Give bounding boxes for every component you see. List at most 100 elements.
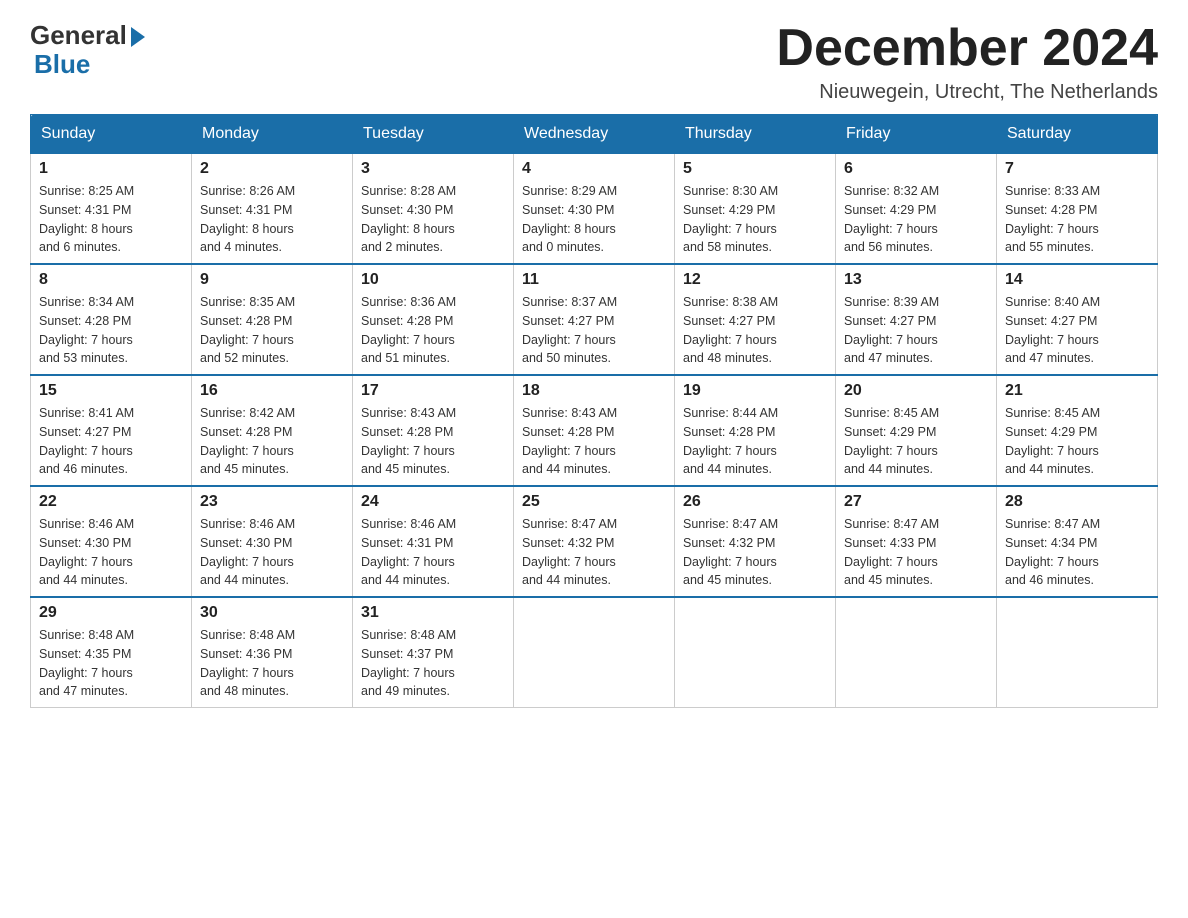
calendar-cell: 31 Sunrise: 8:48 AM Sunset: 4:37 PM Dayl…	[353, 597, 514, 708]
calendar-cell	[997, 597, 1158, 708]
day-info: Sunrise: 8:43 AM Sunset: 4:28 PM Dayligh…	[361, 404, 505, 479]
day-number: 16	[200, 382, 344, 400]
day-number: 31	[361, 604, 505, 622]
day-info: Sunrise: 8:39 AM Sunset: 4:27 PM Dayligh…	[844, 293, 988, 368]
calendar-cell: 19 Sunrise: 8:44 AM Sunset: 4:28 PM Dayl…	[675, 375, 836, 486]
calendar-cell: 23 Sunrise: 8:46 AM Sunset: 4:30 PM Dayl…	[192, 486, 353, 597]
day-number: 29	[39, 604, 183, 622]
calendar-table: Sunday Monday Tuesday Wednesday Thursday…	[30, 114, 1158, 708]
calendar-cell	[836, 597, 997, 708]
day-number: 9	[200, 271, 344, 289]
day-info: Sunrise: 8:40 AM Sunset: 4:27 PM Dayligh…	[1005, 293, 1149, 368]
day-info: Sunrise: 8:46 AM Sunset: 4:30 PM Dayligh…	[200, 515, 344, 590]
header-saturday: Saturday	[997, 115, 1158, 154]
calendar-cell: 28 Sunrise: 8:47 AM Sunset: 4:34 PM Dayl…	[997, 486, 1158, 597]
day-number: 14	[1005, 271, 1149, 289]
header-sunday: Sunday	[31, 115, 192, 154]
day-info: Sunrise: 8:43 AM Sunset: 4:28 PM Dayligh…	[522, 404, 666, 479]
week-row-2: 8 Sunrise: 8:34 AM Sunset: 4:28 PM Dayli…	[31, 264, 1158, 375]
day-number: 17	[361, 382, 505, 400]
day-number: 12	[683, 271, 827, 289]
day-number: 11	[522, 271, 666, 289]
day-info: Sunrise: 8:35 AM Sunset: 4:28 PM Dayligh…	[200, 293, 344, 368]
day-number: 10	[361, 271, 505, 289]
day-info: Sunrise: 8:45 AM Sunset: 4:29 PM Dayligh…	[1005, 404, 1149, 479]
day-number: 27	[844, 493, 988, 511]
calendar-cell	[514, 597, 675, 708]
day-info: Sunrise: 8:48 AM Sunset: 4:36 PM Dayligh…	[200, 626, 344, 701]
calendar-cell: 21 Sunrise: 8:45 AM Sunset: 4:29 PM Dayl…	[997, 375, 1158, 486]
day-number: 18	[522, 382, 666, 400]
day-number: 30	[200, 604, 344, 622]
calendar-cell: 27 Sunrise: 8:47 AM Sunset: 4:33 PM Dayl…	[836, 486, 997, 597]
day-number: 21	[1005, 382, 1149, 400]
day-info: Sunrise: 8:33 AM Sunset: 4:28 PM Dayligh…	[1005, 182, 1149, 257]
day-info: Sunrise: 8:47 AM Sunset: 4:32 PM Dayligh…	[522, 515, 666, 590]
calendar-cell: 20 Sunrise: 8:45 AM Sunset: 4:29 PM Dayl…	[836, 375, 997, 486]
day-info: Sunrise: 8:47 AM Sunset: 4:32 PM Dayligh…	[683, 515, 827, 590]
page-header: General Blue December 2024 Nieuwegein, U…	[30, 20, 1158, 104]
day-info: Sunrise: 8:46 AM Sunset: 4:31 PM Dayligh…	[361, 515, 505, 590]
calendar-cell: 11 Sunrise: 8:37 AM Sunset: 4:27 PM Dayl…	[514, 264, 675, 375]
day-number: 13	[844, 271, 988, 289]
day-number: 4	[522, 160, 666, 178]
title-section: December 2024 Nieuwegein, Utrecht, The N…	[776, 20, 1158, 104]
header-wednesday: Wednesday	[514, 115, 675, 154]
day-info: Sunrise: 8:48 AM Sunset: 4:35 PM Dayligh…	[39, 626, 183, 701]
day-number: 23	[200, 493, 344, 511]
calendar-cell: 16 Sunrise: 8:42 AM Sunset: 4:28 PM Dayl…	[192, 375, 353, 486]
calendar-cell: 24 Sunrise: 8:46 AM Sunset: 4:31 PM Dayl…	[353, 486, 514, 597]
header-tuesday: Tuesday	[353, 115, 514, 154]
header-thursday: Thursday	[675, 115, 836, 154]
day-info: Sunrise: 8:30 AM Sunset: 4:29 PM Dayligh…	[683, 182, 827, 257]
day-number: 6	[844, 160, 988, 178]
day-number: 26	[683, 493, 827, 511]
month-year-title: December 2024	[776, 20, 1158, 77]
day-number: 24	[361, 493, 505, 511]
calendar-cell: 22 Sunrise: 8:46 AM Sunset: 4:30 PM Dayl…	[31, 486, 192, 597]
calendar-cell: 13 Sunrise: 8:39 AM Sunset: 4:27 PM Dayl…	[836, 264, 997, 375]
day-number: 5	[683, 160, 827, 178]
calendar-cell: 12 Sunrise: 8:38 AM Sunset: 4:27 PM Dayl…	[675, 264, 836, 375]
logo: General Blue	[30, 20, 145, 77]
week-row-4: 22 Sunrise: 8:46 AM Sunset: 4:30 PM Dayl…	[31, 486, 1158, 597]
weekday-header-row: Sunday Monday Tuesday Wednesday Thursday…	[31, 115, 1158, 154]
calendar-cell: 25 Sunrise: 8:47 AM Sunset: 4:32 PM Dayl…	[514, 486, 675, 597]
week-row-3: 15 Sunrise: 8:41 AM Sunset: 4:27 PM Dayl…	[31, 375, 1158, 486]
calendar-cell: 3 Sunrise: 8:28 AM Sunset: 4:30 PM Dayli…	[353, 154, 514, 265]
calendar-cell: 4 Sunrise: 8:29 AM Sunset: 4:30 PM Dayli…	[514, 154, 675, 265]
day-info: Sunrise: 8:47 AM Sunset: 4:33 PM Dayligh…	[844, 515, 988, 590]
location-subtitle: Nieuwegein, Utrecht, The Netherlands	[776, 81, 1158, 104]
calendar-cell: 10 Sunrise: 8:36 AM Sunset: 4:28 PM Dayl…	[353, 264, 514, 375]
day-number: 8	[39, 271, 183, 289]
day-number: 19	[683, 382, 827, 400]
day-number: 15	[39, 382, 183, 400]
calendar-cell: 18 Sunrise: 8:43 AM Sunset: 4:28 PM Dayl…	[514, 375, 675, 486]
day-info: Sunrise: 8:25 AM Sunset: 4:31 PM Dayligh…	[39, 182, 183, 257]
day-info: Sunrise: 8:41 AM Sunset: 4:27 PM Dayligh…	[39, 404, 183, 479]
day-number: 22	[39, 493, 183, 511]
day-info: Sunrise: 8:42 AM Sunset: 4:28 PM Dayligh…	[200, 404, 344, 479]
day-info: Sunrise: 8:48 AM Sunset: 4:37 PM Dayligh…	[361, 626, 505, 701]
day-info: Sunrise: 8:46 AM Sunset: 4:30 PM Dayligh…	[39, 515, 183, 590]
calendar-cell: 2 Sunrise: 8:26 AM Sunset: 4:31 PM Dayli…	[192, 154, 353, 265]
day-info: Sunrise: 8:38 AM Sunset: 4:27 PM Dayligh…	[683, 293, 827, 368]
header-friday: Friday	[836, 115, 997, 154]
logo-general-text: General	[30, 20, 127, 51]
calendar-cell	[675, 597, 836, 708]
calendar-cell: 7 Sunrise: 8:33 AM Sunset: 4:28 PM Dayli…	[997, 154, 1158, 265]
calendar-cell: 5 Sunrise: 8:30 AM Sunset: 4:29 PM Dayli…	[675, 154, 836, 265]
day-info: Sunrise: 8:32 AM Sunset: 4:29 PM Dayligh…	[844, 182, 988, 257]
day-number: 7	[1005, 160, 1149, 178]
calendar-cell: 15 Sunrise: 8:41 AM Sunset: 4:27 PM Dayl…	[31, 375, 192, 486]
day-number: 3	[361, 160, 505, 178]
calendar-cell: 9 Sunrise: 8:35 AM Sunset: 4:28 PM Dayli…	[192, 264, 353, 375]
day-info: Sunrise: 8:37 AM Sunset: 4:27 PM Dayligh…	[522, 293, 666, 368]
calendar-cell: 14 Sunrise: 8:40 AM Sunset: 4:27 PM Dayl…	[997, 264, 1158, 375]
calendar-cell: 29 Sunrise: 8:48 AM Sunset: 4:35 PM Dayl…	[31, 597, 192, 708]
day-number: 25	[522, 493, 666, 511]
logo-arrow-icon	[131, 27, 145, 47]
calendar-cell: 26 Sunrise: 8:47 AM Sunset: 4:32 PM Dayl…	[675, 486, 836, 597]
day-info: Sunrise: 8:34 AM Sunset: 4:28 PM Dayligh…	[39, 293, 183, 368]
logo-blue-text: Blue	[34, 51, 90, 77]
